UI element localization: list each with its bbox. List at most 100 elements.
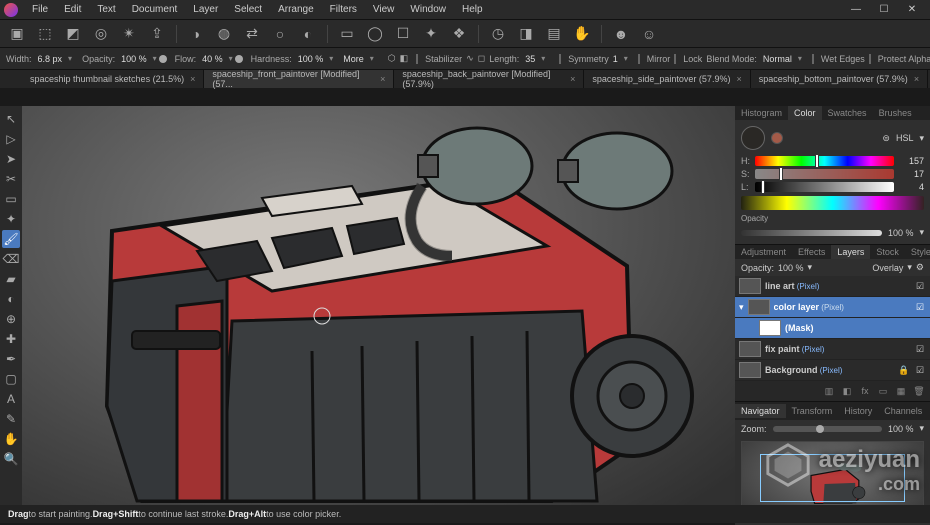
dodge-tool[interactable]: ◐ [2,290,20,308]
target-icon[interactable]: ◎ [90,23,112,45]
close-icon[interactable]: × [736,74,741,84]
color-model-select[interactable]: HSL [896,133,914,143]
text-box-icon[interactable]: ☐ [392,23,414,45]
panel-tab-color[interactable]: Color [788,106,822,120]
lightness-slider[interactable] [755,182,894,192]
primary-color-swatch[interactable] [741,126,765,150]
panel-tab-swatches[interactable]: Swatches [822,106,873,120]
window-maximize[interactable]: ☐ [870,0,898,20]
zoom-value[interactable]: 100 % [888,424,914,434]
pen-tool[interactable]: ✒ [2,350,20,368]
hand-tool[interactable]: ✋ [2,430,20,448]
saturation-slider[interactable] [755,169,894,179]
blend-mode-value[interactable]: Normal [763,54,792,64]
window-minimize[interactable]: — [842,0,870,20]
flood-select-tool[interactable]: ✦ [2,210,20,228]
magic-wand-icon[interactable]: ✦ [420,23,442,45]
layer-row[interactable]: (Mask) [735,318,930,339]
chevron-down-icon[interactable]: ▾ [739,302,744,313]
flow-value[interactable]: 40 % [202,54,223,64]
stabilizer-checkbox[interactable] [416,54,418,64]
panel-tab-adjustment[interactable]: Adjustment [735,245,792,259]
people2-icon[interactable]: ☺ [638,23,660,45]
panel-tab-stock[interactable]: Stock [870,245,905,259]
panel-tab-navigator[interactable]: Navigator [735,404,786,418]
people1-icon[interactable]: ☻ [610,23,632,45]
lock-icon[interactable]: 🔒 [898,365,910,376]
document-tab[interactable]: spaceship_side_paintover (57.9%)× [584,70,750,88]
panel-tab-channels[interactable]: Channels [878,404,928,418]
symmetry-value[interactable]: 1 [613,54,618,64]
add-layer-icon[interactable]: ▦ [894,384,908,398]
two-tone-icon[interactable]: ◐ [297,23,319,45]
cube-icon[interactable]: ◩ [62,23,84,45]
disc-icon[interactable]: ◍ [213,23,235,45]
menu-help[interactable]: Help [454,2,491,17]
menu-file[interactable]: File [24,2,56,17]
saturation-value[interactable]: 17 [898,169,924,179]
panel-tab-brushes[interactable]: Brushes [873,106,918,120]
circle-icon[interactable]: ○ [269,23,291,45]
panel-tab-styles[interactable]: Styles [905,245,930,259]
shape-tool[interactable]: ▢ [2,370,20,388]
lightness-value[interactable]: 4 [898,182,924,192]
picker-tool[interactable]: ✎ [2,410,20,428]
menu-edit[interactable]: Edit [56,2,89,17]
layer-opacity-value[interactable]: 100 % [778,263,804,273]
menu-text[interactable]: Text [89,2,123,17]
close-icon[interactable]: × [570,74,575,84]
menu-document[interactable]: Document [124,2,186,17]
fill-tool[interactable]: ▰ [2,270,20,288]
document-tab[interactable]: spaceship thumbnail sketches (21.5%)× [22,70,204,88]
move-tool[interactable]: ↖ [2,110,20,128]
hue-value[interactable]: 157 [898,156,924,166]
visibility-checkbox[interactable]: ☑ [914,365,926,376]
panel-tab-histogram[interactable]: Histogram [735,106,788,120]
swap-icon[interactable]: ⇄ [241,23,263,45]
color-chord-strip[interactable] [741,196,924,210]
length-value[interactable]: 35 [525,54,535,64]
layer-row[interactable]: line art (Pixel)☑ [735,276,930,297]
size-pressure-icon[interactable]: ◧ [400,53,409,64]
lock-checkbox[interactable] [674,54,676,64]
delete-layer-icon[interactable]: 🗑 [912,384,926,398]
clock-icon[interactable]: ◷ [487,23,509,45]
clone-tool[interactable]: ⊕ [2,310,20,328]
contrast-icon[interactable]: ◑ [185,23,207,45]
width-value[interactable]: 6.8 px [38,54,63,64]
healing-tool[interactable]: ✚ [2,330,20,348]
hue-slider[interactable] [755,156,894,166]
canvas[interactable] [22,106,735,505]
document-tab[interactable]: spaceship_bottom_paintover (57.9%)× [751,70,928,88]
color-opacity-value[interactable]: 100 % [888,228,914,238]
menu-arrange[interactable]: Arrange [270,2,322,17]
recolor-icon[interactable]: ❖ [448,23,470,45]
document-tab[interactable]: spaceship_back_paintover [Modified] (57.… [394,70,584,88]
cursor-tool[interactable]: ➤ [2,150,20,168]
mask-layer-icon[interactable]: ▥ [822,384,836,398]
close-icon[interactable]: × [190,74,195,84]
fx-layer-icon[interactable]: fx [858,384,872,398]
panel-tab-effects[interactable]: Effects [792,245,831,259]
force-pressure-icon[interactable]: ⬡ [388,53,396,64]
zoom-slider[interactable] [773,426,882,432]
protect-alpha-checkbox[interactable] [869,54,871,64]
secondary-color-swatch[interactable] [771,132,783,144]
group-layer-icon[interactable]: ▭ [876,384,890,398]
layer-row[interactable]: fix paint (Pixel)☑ [735,339,930,360]
color-opacity-slider[interactable] [741,230,882,236]
layer-blend-value[interactable]: Overlay [872,263,903,273]
share-icon[interactable]: ⇪ [146,23,168,45]
nodes-icon[interactable]: ✴ [118,23,140,45]
close-icon[interactable]: × [380,74,385,84]
menu-select[interactable]: Select [226,2,270,17]
more-button[interactable]: More [343,54,364,64]
window-close[interactable]: ✕ [898,0,926,20]
panel-tab-transform[interactable]: Transform [786,404,839,418]
layer-settings-icon[interactable]: ⚙ [916,262,924,273]
oval-select-icon[interactable]: ◯ [364,23,386,45]
hand-icon[interactable]: ✋ [571,23,593,45]
marquee-tool[interactable]: ▭ [2,190,20,208]
symmetry-checkbox[interactable] [559,54,561,64]
panel-tab-layers[interactable]: Layers [831,245,870,259]
